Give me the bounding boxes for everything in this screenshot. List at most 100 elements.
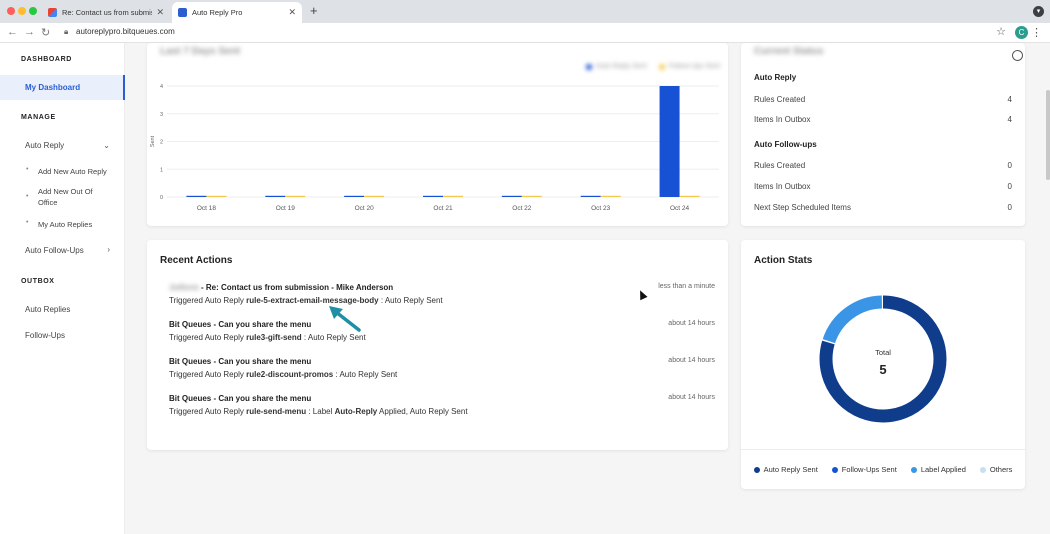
bullet-icon: • (26, 219, 29, 226)
x-tick-label: Oct 22 (512, 205, 532, 212)
bar-follow-ups (600, 195, 621, 197)
summary-row-value: 0 (1007, 161, 1012, 170)
bar-follow-ups (521, 195, 542, 197)
action-prefix: Triggered Auto Reply (169, 333, 244, 342)
close-tab-icon[interactable]: ✕ (288, 7, 296, 18)
action-prefix: Triggered Auto Reply (169, 370, 244, 379)
x-tick-label: Oct 23 (591, 205, 611, 212)
bar-follow-ups (443, 195, 463, 197)
action-subject: Bit Queues - Can you share the menu (169, 394, 312, 403)
bar-auto-reply (659, 86, 680, 197)
sidebar-section-manage: MANAGE (21, 114, 56, 121)
summary-card: Current Status Auto Reply Rules Created … (741, 43, 1025, 226)
donut-total-label: Total (875, 348, 891, 357)
action-subject: Bit Queues - Can you share the menu (169, 357, 312, 366)
action-result: : Auto Reply Sent (303, 333, 366, 342)
bar-follow-ups (285, 195, 306, 197)
back-icon[interactable]: ← (7, 26, 18, 38)
legend-item[interactable]: Others (979, 465, 1012, 474)
summary-row-value: 4 (1007, 95, 1012, 104)
browser-tab-auto-reply-pro[interactable]: Auto Reply Pro ✕ (172, 2, 302, 23)
donut-total-value: 5 (879, 362, 887, 377)
browser-tab-bar: Re: Contact us from submissio ✕ Auto Rep… (0, 0, 1050, 23)
summary-row-label: Rules Created (754, 95, 806, 104)
profile-avatar[interactable]: C (1015, 26, 1028, 39)
summary-row: Items In Outbox 4 (754, 115, 1012, 124)
address-bar: ← → ↻ 🔒︎ autoreplypro.bitqueues.com ☆ C … (0, 23, 1050, 43)
bar-auto-reply (423, 195, 443, 197)
chevron-right-icon[interactable]: › (107, 245, 110, 254)
summary-title: Current Status (754, 46, 824, 57)
action-time: less than a minute (658, 283, 715, 290)
legend-item[interactable]: Follow-Ups Sent (831, 465, 897, 474)
y-tick-label: 2 (160, 140, 163, 146)
recent-action-item[interactable]: Bit Queues - Can you share the menu Trig… (169, 320, 715, 342)
x-tick-label: Oct 21 (433, 205, 453, 212)
sidebar-item-auto-reply[interactable]: Auto Reply (25, 141, 64, 150)
recent-action-item[interactable]: Bit Queues - Can you share the menu Trig… (169, 357, 715, 379)
bookmark-star-icon[interactable]: ☆ (996, 25, 1006, 38)
action-stats-card: Action Stats Total 5 Auto Reply Sent Fol… (741, 240, 1025, 489)
summary-row-value: 0 (1007, 203, 1012, 212)
bullet-icon: • (26, 193, 29, 200)
legend-item[interactable]: Auto Reply Sent (753, 465, 818, 474)
sender-name: Jotform (169, 283, 199, 292)
tab-title: Auto Reply Pro (192, 8, 243, 17)
action-prefix: Triggered Auto Reply (169, 407, 244, 416)
sidebar-section-outbox: OUTBOX (21, 278, 55, 285)
summary-row-label: Next Step Scheduled Items (754, 203, 851, 212)
summary-auto-followups-heading: Auto Follow-ups (754, 140, 817, 149)
chevron-down-icon[interactable]: ⌄ (103, 141, 110, 150)
summary-row: Items In Outbox 0 (754, 182, 1012, 191)
y-tick-label: 3 (160, 112, 163, 118)
minimize-window-button[interactable] (18, 7, 26, 15)
sidebar-item-outbox-follow-ups[interactable]: Follow-Ups (25, 331, 65, 340)
rule-name: rule3-gift-send (246, 333, 302, 342)
chrome-menu-icon[interactable]: ▾ (1033, 6, 1044, 17)
legend-item[interactable]: Label Applied (910, 465, 966, 474)
sidebar-item-label: My Dashboard (25, 83, 81, 92)
action-subject: - Re: Contact us from submission - Mike … (201, 283, 394, 292)
y-tick-label: 4 (160, 84, 163, 90)
y-tick-label: 0 (160, 195, 163, 201)
rule-name: rule-send-menu (246, 407, 307, 416)
sidebar-item-auto-follow-ups[interactable]: Auto Follow-Ups (25, 246, 84, 255)
bar-auto-reply (344, 195, 365, 197)
forward-icon[interactable]: → (24, 26, 35, 38)
x-tick-label: Oct 20 (355, 205, 375, 212)
sidebar-subitem-add-new-out-of-office[interactable]: Add New Out Of Office (38, 186, 108, 208)
lock-icon[interactable]: 🔒︎ (64, 27, 68, 37)
action-result: : Label (308, 407, 335, 416)
bar-follow-ups (679, 195, 700, 197)
sidebar-item-outbox-auto-replies[interactable]: Auto Replies (25, 305, 70, 314)
label-name: Auto-Reply (334, 407, 378, 416)
bullet-icon: • (26, 166, 29, 173)
summary-row: Rules Created 4 (754, 95, 1012, 104)
reload-icon[interactable]: ↻ (41, 26, 50, 39)
browser-menu-icon[interactable]: ⋮ (1031, 26, 1042, 39)
recent-action-item[interactable]: Bit Queues - Can you share the menu Trig… (169, 394, 715, 416)
user-account-icon[interactable] (1012, 50, 1023, 61)
bar-follow-ups (206, 195, 227, 197)
sidebar-item-my-dashboard[interactable]: My Dashboard (0, 75, 125, 100)
summary-row-value: 0 (1007, 182, 1012, 191)
close-tab-icon[interactable]: ✕ (156, 7, 164, 18)
url-field[interactable]: autoreplypro.bitqueues.com (76, 27, 175, 36)
bar-chart: 0 1 2 3 4 Sent Oct 18 Oct 19 Oct 20 Oct 21 Oct 22 O… (150, 84, 719, 212)
gmail-icon (48, 8, 57, 17)
summary-row-value: 4 (1007, 115, 1012, 124)
x-tick-label: Oct 18 (197, 205, 217, 212)
browser-tab-gmail[interactable]: Re: Contact us from submissio ✕ (42, 2, 170, 23)
sent-chart-card: Last 7 Days Sent Auto Reply Sent Follow-… (147, 43, 728, 226)
sidebar-subitem-my-auto-replies[interactable]: My Auto Replies (38, 219, 92, 230)
recent-action-item[interactable]: Jotform - Re: Contact us from submission… (169, 283, 715, 305)
new-tab-button[interactable]: + (310, 3, 318, 18)
close-window-button[interactable] (7, 7, 15, 15)
action-prefix: Triggered Auto Reply (169, 296, 244, 305)
sidebar-subitem-add-new-auto-reply[interactable]: Add New Auto Reply (38, 166, 107, 177)
page-scrollbar[interactable] (1046, 90, 1050, 180)
action-time: about 14 hours (668, 320, 715, 327)
maximize-window-button[interactable] (29, 7, 37, 15)
bar-auto-reply (265, 195, 286, 197)
y-tick-label: 1 (160, 167, 163, 173)
